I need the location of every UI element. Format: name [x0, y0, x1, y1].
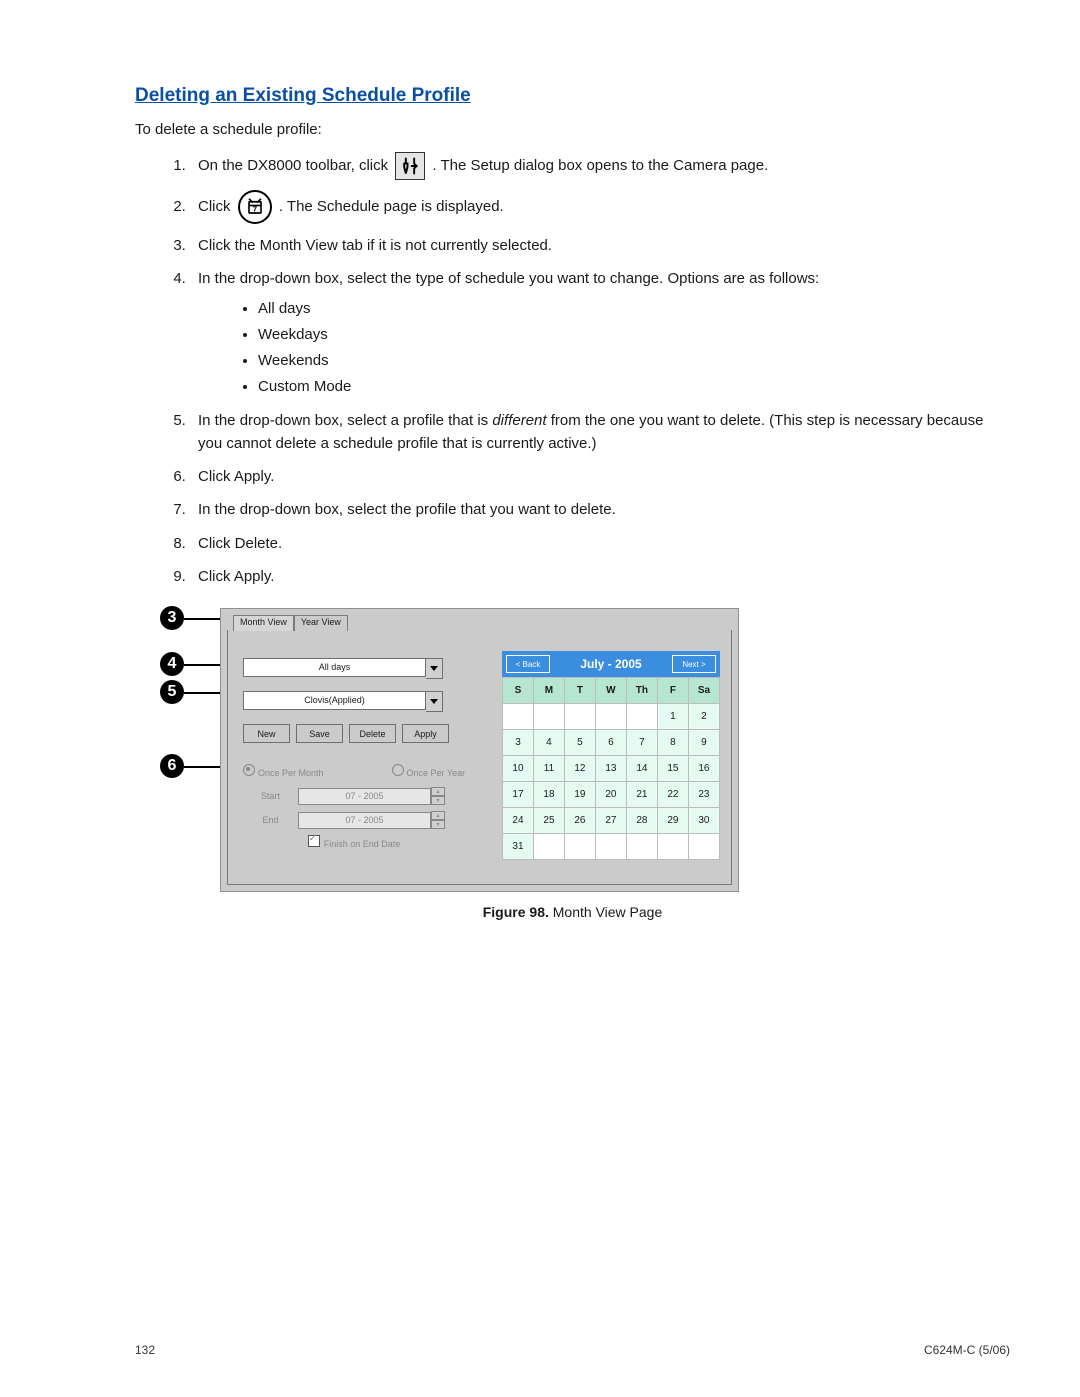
end-spinner[interactable]: ▴▾ — [431, 811, 445, 829]
calendar-day[interactable]: 18 — [533, 782, 564, 808]
tab-year-view[interactable]: Year View — [294, 615, 348, 631]
section-title: Deleting an Existing Schedule Profile — [135, 85, 1010, 107]
calendar-back-button[interactable]: < Back — [506, 655, 550, 673]
chevron-down-icon[interactable] — [426, 658, 443, 679]
step-7: In the drop-down box, select the profile… — [190, 498, 1010, 521]
calendar-day[interactable]: 17 — [503, 782, 534, 808]
profile-select[interactable]: Clovis(Applied) — [243, 691, 443, 712]
calendar-day[interactable]: 9 — [688, 730, 719, 756]
calendar-day[interactable]: 24 — [503, 808, 534, 834]
calendar-day[interactable]: 11 — [533, 756, 564, 782]
radio-once-year[interactable]: Once Per Year — [392, 764, 466, 778]
calendar-day[interactable]: 8 — [657, 730, 688, 756]
finish-checkbox[interactable]: Finish on End Date — [243, 835, 465, 849]
delete-button[interactable]: Delete — [349, 724, 396, 743]
calendar-grid: SMTWThFSa 12 3456789 10111213141516 1718… — [502, 677, 720, 860]
calendar-day[interactable]: 3 — [503, 730, 534, 756]
step-6: Click Apply. — [190, 465, 1010, 488]
calendar-day[interactable]: 30 — [688, 808, 719, 834]
radio-once-month[interactable]: Once Per Month — [243, 764, 324, 778]
step-4: In the drop-down box, select the type of… — [190, 267, 1010, 398]
calendar-day[interactable]: 29 — [657, 808, 688, 834]
calendar-day[interactable]: 7 — [626, 730, 657, 756]
calendar-title: July - 2005 — [580, 657, 641, 671]
schedule-type-select[interactable]: All days — [243, 658, 443, 679]
calendar: < Back July - 2005 Next > SMTWThFSa 12 3… — [502, 651, 720, 860]
svg-text:7: 7 — [253, 205, 257, 214]
calendar-day[interactable]: 4 — [533, 730, 564, 756]
calendar-day[interactable]: 26 — [564, 808, 595, 834]
step-2: Click 7 . The Schedule page is displayed… — [190, 190, 1010, 224]
apply-button[interactable]: Apply — [402, 724, 449, 743]
schedule-calendar-icon: 7 — [238, 190, 272, 224]
calendar-day[interactable]: 5 — [564, 730, 595, 756]
calendar-day[interactable]: 15 — [657, 756, 688, 782]
callout-4: 4 — [160, 652, 184, 676]
calendar-day[interactable]: 12 — [564, 756, 595, 782]
calendar-day[interactable]: 2 — [688, 704, 719, 730]
new-button[interactable]: New — [243, 724, 290, 743]
step-1: On the DX8000 toolbar, click . The Setup… — [190, 152, 1010, 180]
end-date-input[interactable]: 07 - 2005 — [298, 812, 431, 829]
tab-month-view[interactable]: Month View — [233, 615, 294, 631]
calendar-day[interactable]: 27 — [595, 808, 626, 834]
callout-6: 6 — [160, 754, 184, 778]
setup-tools-icon — [395, 152, 425, 180]
calendar-day[interactable]: 28 — [626, 808, 657, 834]
calendar-day[interactable]: 6 — [595, 730, 626, 756]
chevron-down-icon[interactable] — [426, 691, 443, 712]
callout-5: 5 — [160, 680, 184, 704]
step-3: Click the Month View tab if it is not cu… — [190, 234, 1010, 257]
calendar-day[interactable]: 25 — [533, 808, 564, 834]
calendar-day[interactable]: 14 — [626, 756, 657, 782]
start-label: Start — [243, 791, 298, 801]
page-number: 132 — [135, 1343, 155, 1357]
doc-id: C624M-C (5/06) — [924, 1343, 1010, 1357]
calendar-next-button[interactable]: Next > — [672, 655, 716, 673]
start-date-input[interactable]: 07 - 2005 — [298, 788, 431, 805]
calendar-day[interactable]: 16 — [688, 756, 719, 782]
step-8: Click Delete. — [190, 532, 1010, 555]
calendar-day[interactable]: 22 — [657, 782, 688, 808]
start-spinner[interactable]: ▴▾ — [431, 787, 445, 805]
calendar-day[interactable]: 31 — [503, 834, 534, 860]
schedule-panel: Month View Year View All days Clovis(App… — [220, 608, 739, 892]
calendar-day[interactable]: 23 — [688, 782, 719, 808]
step-5: In the drop-down box, select a profile t… — [190, 409, 1010, 456]
calendar-day[interactable]: 20 — [595, 782, 626, 808]
callout-3: 3 — [160, 606, 184, 630]
figure-screenshot: 3 4 5 6 Month View Year View All days — [165, 608, 735, 890]
options-list: All days Weekdays Weekends Custom Mode — [198, 297, 1010, 399]
calendar-day[interactable]: 10 — [503, 756, 534, 782]
calendar-day[interactable]: 1 — [657, 704, 688, 730]
calendar-day[interactable]: 19 — [564, 782, 595, 808]
steps-list: On the DX8000 toolbar, click . The Setup… — [135, 152, 1010, 588]
save-button[interactable]: Save — [296, 724, 343, 743]
calendar-day[interactable]: 21 — [626, 782, 657, 808]
step-9: Click Apply. — [190, 565, 1010, 588]
figure-caption: Figure 98. Month View Page — [135, 904, 1010, 920]
intro-text: To delete a schedule profile: — [135, 121, 1010, 138]
calendar-day[interactable]: 13 — [595, 756, 626, 782]
end-label: End — [243, 815, 298, 825]
